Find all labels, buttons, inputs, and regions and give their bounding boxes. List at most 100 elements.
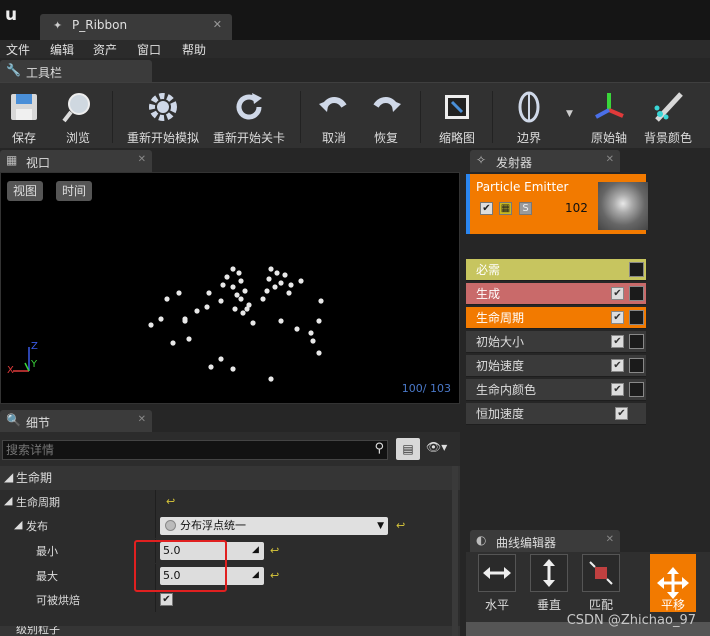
property-matrix-icon[interactable]: ▤ <box>396 438 420 460</box>
save-button[interactable]: 保存 <box>4 87 44 147</box>
particle-dot <box>278 280 284 286</box>
toolbar-tab[interactable]: 🔧 工具栏 <box>0 60 152 82</box>
watermark: CSDN @Zhichao_97 <box>566 613 696 628</box>
search-input[interactable] <box>3 441 363 459</box>
background-color-button[interactable]: 背景颜色 <box>640 87 696 147</box>
menu-file[interactable]: 文件 <box>6 41 30 58</box>
module-color-over-life[interactable]: 生命内颜色 ✔ <box>466 379 646 401</box>
redo-button[interactable]: 恢复 <box>364 87 408 147</box>
menu-edit[interactable]: 编辑 <box>50 41 74 58</box>
close-icon[interactable]: ✕ <box>138 154 146 165</box>
lifetime-label: 生命周期 <box>16 496 60 509</box>
redo-icon <box>368 89 404 125</box>
module-required[interactable]: 必需 <box>466 259 646 281</box>
details-panel: ⚲ ▤ 👁▾ ◢ 生命期 ◢ 生命周期 ↩ ◢ 发布 分布浮点统一 ▼ ↩ 最小… <box>0 432 460 636</box>
category-header[interactable]: ◢ 生命期 <box>0 466 460 490</box>
bounds-button[interactable]: 边界 <box>506 87 552 147</box>
module-lifetime[interactable]: 生命周期 ✔ <box>466 307 646 329</box>
toolbar: 保存 浏览 重新开始模拟 重新开始关卡 取消 恢复 缩略图 边界 ▼ 原始轴 背… <box>0 82 710 148</box>
module-initial-velocity[interactable]: 初始速度 ✔ <box>466 355 646 377</box>
curve-editor-tab[interactable]: ◐ 曲线编辑器 ✕ <box>470 530 620 552</box>
save-label: 保存 <box>11 131 36 145</box>
fit-horizontal-label: 水平 <box>484 598 509 612</box>
particle-dot <box>268 376 274 382</box>
eye-icon[interactable]: 👁▾ <box>426 440 447 454</box>
distribution-value-cell: 分布浮点统一 ▼ ↩ <box>155 514 405 538</box>
module-checkbox[interactable]: ✔ <box>611 311 624 324</box>
emitter-particle-count: 102 <box>565 201 588 215</box>
expand-icon[interactable]: ◢ <box>4 494 12 507</box>
fit-horizontal-button[interactable]: 水平 <box>474 554 520 612</box>
particle-dot <box>238 296 244 302</box>
module-spawn[interactable]: 生成 ✔ <box>466 283 646 305</box>
pan-button[interactable]: 平移 <box>648 554 698 612</box>
module-initial-size[interactable]: 初始大小 ✔ <box>466 331 646 353</box>
fit-vertical-button[interactable]: 垂直 <box>526 554 572 612</box>
close-icon[interactable]: ✕ <box>213 18 222 31</box>
close-icon[interactable]: ✕ <box>138 414 146 425</box>
module-checkbox[interactable]: ✔ <box>611 359 624 372</box>
particle-dot <box>282 272 288 278</box>
reset-icon[interactable]: ↩ <box>396 519 405 532</box>
emitters-panel: Particle Emitter ✔ ▦ S 102 必需 生成 ✔ 生命周期 ✔ … <box>466 172 710 524</box>
curve-icon[interactable] <box>629 310 644 325</box>
document-tab[interactable]: ✦ P_Ribbon ✕ <box>40 14 232 40</box>
title-bar: u ✦ P_Ribbon ✕ <box>0 0 710 40</box>
background-color-label: 背景颜色 <box>643 131 692 145</box>
distribution-dropdown[interactable]: 分布浮点统一 ▼ <box>160 517 388 535</box>
restart-level-button[interactable]: 重新开始关卡 <box>210 87 288 147</box>
particle-dot <box>298 278 304 284</box>
reset-icon[interactable]: ↩ <box>270 544 279 557</box>
emitter-header[interactable]: Particle Emitter ✔ ▦ S 102 <box>466 174 648 234</box>
details-scrollbar[interactable] <box>452 466 458 636</box>
curve-icon[interactable] <box>629 334 644 349</box>
fit-button[interactable]: 匹配 <box>578 554 624 612</box>
curve-icon[interactable] <box>629 262 644 277</box>
drag-handle-icon[interactable]: ◢ <box>252 545 260 555</box>
bounds-dropdown-icon[interactable]: ▼ <box>566 109 573 119</box>
menu-window[interactable]: 窗口 <box>137 41 161 58</box>
property-row: ◢ 发布 分布浮点统一 ▼ ↩ <box>0 514 460 538</box>
expand-icon[interactable]: ◢ <box>14 518 22 531</box>
emitter-enabled-checkbox[interactable]: ✔ <box>480 202 493 215</box>
module-checkbox[interactable]: ✔ <box>611 383 624 396</box>
restart-sim-icon <box>145 89 181 125</box>
close-icon[interactable]: ✕ <box>606 154 614 165</box>
details-search[interactable]: ⚲ <box>2 440 388 460</box>
thumbnail-button[interactable]: 缩略图 <box>432 87 482 147</box>
reset-icon[interactable]: ↩ <box>166 495 175 508</box>
module-const-acceleration[interactable]: 恒加速度 ✔ <box>466 403 646 425</box>
emitter-solo-button[interactable]: S <box>519 202 532 215</box>
browse-button[interactable]: 浏览 <box>56 87 100 147</box>
origin-axis-button[interactable]: 原始轴 <box>584 87 634 147</box>
particle-dot <box>230 284 236 290</box>
category-header[interactable]: 级别粒子 <box>0 626 460 636</box>
module-checkbox[interactable]: ✔ <box>611 287 624 300</box>
search-icon[interactable]: ⚲ <box>374 441 384 456</box>
emitter-thumbnail <box>598 182 648 230</box>
curve-icon[interactable] <box>629 286 644 301</box>
viewport-tab[interactable]: ▦ 视口 ✕ <box>0 150 152 172</box>
highlight-box <box>134 540 227 592</box>
category-expand-icon: ◢ <box>4 470 14 484</box>
emitters-tab[interactable]: ✧ 发射器 ✕ <box>470 150 620 172</box>
menu-help[interactable]: 帮助 <box>182 41 206 58</box>
curve-icon[interactable] <box>629 358 644 373</box>
menu-asset[interactable]: 资产 <box>93 41 117 58</box>
curve-icon[interactable] <box>629 382 644 397</box>
emitter-render-mode-icon[interactable]: ▦ <box>499 202 512 215</box>
reset-icon[interactable]: ↩ <box>270 569 279 582</box>
bakeable-checkbox[interactable]: ✔ <box>160 593 173 606</box>
property-row: ◢ 生命周期 ↩ <box>0 490 460 514</box>
browse-icon <box>60 89 96 125</box>
particle-system-icon: ✦ <box>53 19 63 32</box>
close-icon[interactable]: ✕ <box>606 534 614 545</box>
module-checkbox[interactable]: ✔ <box>611 335 624 348</box>
drag-handle-icon[interactable]: ◢ <box>252 570 260 580</box>
restart-simulation-button[interactable]: 重新开始模拟 <box>124 87 202 147</box>
undo-button[interactable]: 取消 <box>312 87 356 147</box>
particle-dot <box>232 306 238 312</box>
module-checkbox[interactable]: ✔ <box>615 407 628 420</box>
viewport[interactable]: 视图 时间 Z Y X 100/ 103 <box>0 172 460 404</box>
details-tab[interactable]: 🔍 细节 ✕ <box>0 410 152 432</box>
